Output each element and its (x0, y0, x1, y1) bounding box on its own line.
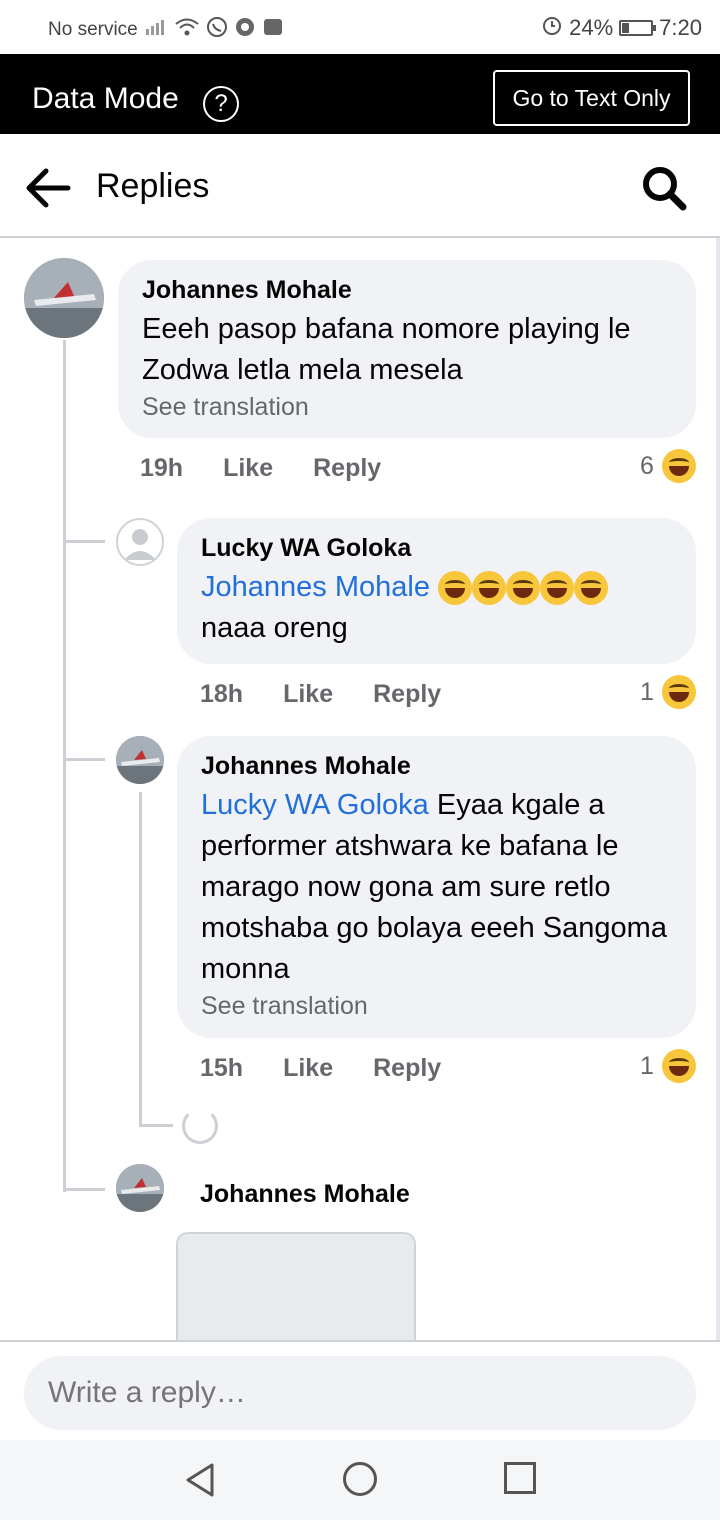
comment-text: Johannes Mohale naaa oreng (201, 567, 672, 649)
tears-of-joy-emoji-icon (574, 571, 609, 606)
tears-of-joy-emoji-icon (540, 571, 575, 606)
reply-button[interactable]: Reply (373, 680, 441, 709)
reaction-count: 1 (640, 1051, 654, 1080)
comment-bubble[interactable]: Johannes Mohale Lucky WA Goloka Eyaa kga… (177, 736, 696, 1038)
comment-author[interactable]: Lucky WA Goloka (201, 534, 672, 563)
nav-home-icon[interactable] (343, 1462, 377, 1496)
thread-line (63, 340, 66, 1192)
comment-time: 15h (200, 1054, 244, 1082)
arrow-left-icon[interactable] (24, 166, 72, 210)
signal-icon (144, 17, 168, 43)
like-button[interactable]: Like (283, 680, 333, 709)
comment-actions: 19h Like Reply (140, 454, 381, 483)
laughing-emoji-icon (661, 449, 696, 483)
loading-spinner (182, 1108, 218, 1144)
reaction-count: 6 (640, 451, 654, 480)
comment-author[interactable]: Johannes Mohale (200, 1180, 410, 1209)
nav-recents-icon[interactable] (504, 1462, 536, 1494)
rolling-laughing-emoji-icon (438, 571, 473, 606)
comment-text: Eeeh pasop bafana nomore playing le Zodw… (142, 313, 631, 386)
comment-time: 18h (200, 680, 244, 708)
scrollbar[interactable] (716, 238, 720, 1340)
battery-icon (619, 20, 657, 36)
avatar[interactable] (24, 258, 104, 338)
data-mode-bar: Data Mode ? Go to Text Only (0, 54, 720, 134)
comment-actions: 18h Like Reply (200, 680, 441, 709)
comment-author[interactable]: Johannes Mohale (201, 752, 672, 781)
app-notification-icon (262, 16, 284, 44)
battery-percent: 24% (569, 15, 614, 40)
thread-line (63, 540, 105, 543)
reply-composer (0, 1340, 720, 1440)
comment-time: 19h (140, 454, 184, 482)
comment-author[interactable]: Johannes Mohale (142, 276, 672, 305)
nav-back-icon[interactable] (184, 1462, 216, 1503)
alarm-icon (541, 14, 563, 42)
reply-input[interactable] (24, 1356, 696, 1430)
search-icon[interactable] (640, 164, 688, 212)
reply-button[interactable]: Reply (373, 1054, 441, 1083)
like-button[interactable]: Like (283, 1054, 333, 1083)
avatar[interactable] (116, 1164, 164, 1212)
page-title: Replies (96, 167, 210, 205)
reply-button[interactable]: Reply (313, 454, 381, 483)
chrome-icon (234, 16, 256, 44)
replies-header: Replies (0, 134, 720, 238)
reaction-summary[interactable]: 1 (640, 675, 696, 709)
thread-line (63, 758, 105, 761)
see-translation-link[interactable]: See translation (201, 992, 672, 1021)
mention-link[interactable]: Johannes Mohale (201, 571, 430, 603)
comment-bubble[interactable]: Johannes Mohale Eeeh pasop bafana nomore… (118, 260, 696, 438)
reaction-count: 1 (640, 677, 654, 706)
rolling-laughing-emoji-icon (506, 571, 541, 606)
comment-body: naaa oreng (201, 612, 348, 644)
emoji-row (438, 571, 609, 606)
thread-line (139, 792, 142, 1126)
avatar[interactable] (116, 736, 164, 784)
laughing-emoji-icon (661, 675, 696, 709)
rolling-laughing-emoji-icon (472, 571, 507, 606)
reaction-summary[interactable]: 1 (640, 1049, 696, 1083)
thread-line (139, 1124, 173, 1127)
mention-link[interactable]: Lucky WA Goloka (201, 789, 429, 821)
see-translation-link[interactable]: See translation (142, 393, 672, 422)
go-to-text-only-button[interactable]: Go to Text Only (493, 70, 690, 126)
avatar[interactable] (116, 518, 164, 566)
thread-line (63, 1188, 105, 1191)
reaction-summary[interactable]: 6 (640, 449, 696, 483)
status-bar: No service 24% 7:20 (0, 0, 720, 54)
comment-image[interactable] (176, 1232, 416, 1352)
comment-bubble[interactable]: Lucky WA Goloka Johannes Mohale naaa ore… (177, 518, 696, 664)
wifi-icon (174, 17, 200, 43)
like-button[interactable]: Like (223, 454, 273, 483)
clock: 7:20 (659, 15, 702, 40)
comment-actions: 15h Like Reply (200, 1054, 441, 1083)
whatsapp-icon (206, 16, 228, 44)
system-nav-bar (0, 1440, 720, 1520)
laughing-emoji-icon (661, 1049, 696, 1083)
comment-text: Lucky WA Goloka Eyaa kgale a performer a… (201, 785, 672, 990)
question-circle-icon[interactable]: ? (203, 86, 239, 122)
carrier-text: No service (48, 19, 138, 40)
data-mode-title: Data Mode (32, 82, 179, 115)
